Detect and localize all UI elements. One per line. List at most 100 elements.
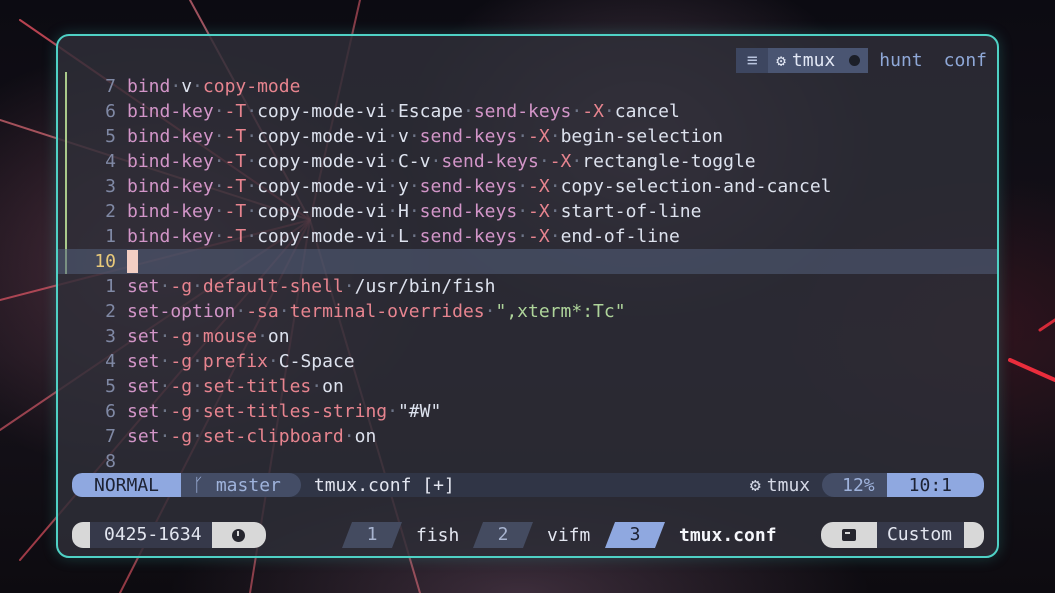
code-line[interactable]: 6 set·-g·set-titles-string·"#W" [58,399,997,424]
token: set [127,426,160,447]
whitespace-marker: · [192,426,203,447]
whitespace-marker: · [192,351,203,372]
token: copy-mode-vi [257,176,388,197]
tmux-window-2[interactable]: 2 vifm [473,522,590,548]
window-name: vifm [547,524,591,546]
line-number: 8 [105,451,116,472]
window-name: tmux.conf [679,524,777,546]
whitespace-marker: · [571,101,583,122]
tmux-window-1[interactable]: 1 fish [342,522,459,548]
code-line[interactable]: 4 bind-key·-T·copy-mode-vi·C-v·send-keys·… [58,149,997,174]
code-line[interactable]: 1 set·-g·default-shell·/usr/bin/fish [58,274,997,299]
current-line[interactable]: 10 [58,249,997,274]
token: set-titles [202,376,312,397]
whitespace-marker: · [549,126,561,147]
token: on [322,376,344,397]
token: send-keys [419,226,518,247]
tab-hunt[interactable]: hunt [868,48,932,73]
code-line[interactable]: 2 bind-key·-T·copy-mode-vi·H·send-keys·-X… [58,199,997,224]
whitespace-marker: · [343,276,355,297]
token: ",xterm*:Tc" [495,301,626,322]
token: -T [224,101,247,122]
token: rectangle-toggle [582,151,756,172]
token: -g [170,376,193,397]
token: bind-key [127,226,214,247]
line-text: bind-key·-T·copy-mode-vi·y·send-keys·-X·… [127,174,832,199]
code-line[interactable]: 5 bind-key·-T·copy-mode-vi·v·send-keys·-X… [58,124,997,149]
line-text: set·-g·prefix·C-Space [127,349,355,374]
token: copy-selection-and-cancel [560,176,832,197]
whitespace-marker: · [387,126,398,147]
code-line[interactable]: 3 set·-g·mouse·on [58,324,997,349]
line-number: 5 [105,126,116,147]
statusline: NORMAL ᚴ master tmux.conf [+] ⚙ tmux 12%… [72,473,984,497]
token: set [127,326,160,347]
line-number: 6 [105,401,116,422]
code-line[interactable]: 6 bind-key·-T·copy-mode-vi·Escape·send-ke… [58,99,997,124]
modified-dot-icon [849,55,861,66]
token: set-option [127,301,236,322]
token: end-of-line [560,226,680,247]
whitespace-marker: · [387,101,398,122]
whitespace-marker: · [159,326,171,347]
whitespace-marker: · [170,76,182,97]
line-number: 1 [105,226,116,247]
whitespace-marker: · [192,276,203,297]
token: bind-key [127,126,214,147]
tab-conf[interactable]: conf [933,48,997,73]
token: send-keys [473,101,572,122]
token: set [127,351,160,372]
whitespace-marker: · [408,201,420,222]
code-line[interactable]: 4 set·-g·prefix·C-Space [58,349,997,374]
whitespace-marker: · [387,401,398,422]
code-line[interactable]: 1 bind-key·-T·copy-mode-vi·L·send-keys·-X… [58,224,997,249]
code-line[interactable]: 8 [58,449,997,474]
whitespace-marker: · [517,226,529,247]
token: copy-mode-vi [257,126,388,147]
whitespace-marker: · [159,276,171,297]
mode-indicator: NORMAL [72,473,182,497]
token: bind-key [127,176,214,197]
token: bind-key [127,201,214,222]
gear-icon: ⚙ [776,51,786,70]
whitespace-marker: · [246,101,258,122]
branch-name: master [215,474,281,496]
token: y [397,176,409,197]
token: default-shell [202,276,344,297]
tmux-window-3[interactable]: 3 tmux.conf [605,522,777,548]
tab-tmux[interactable]: ⚙ tmux [768,48,869,73]
token: -g [170,426,193,447]
whitespace-marker: · [213,176,225,197]
token: send-keys [419,201,518,222]
token: L [397,226,409,247]
code-line[interactable]: 3 bind-key·-T·copy-mode-vi·y·send-keys·-X… [58,174,997,199]
line-number: 4 [105,151,116,172]
whitespace-marker: · [159,351,171,372]
line-number: 3 [105,176,116,197]
whitespace-marker: · [549,201,561,222]
whitespace-marker: · [192,376,203,397]
editor-buffer[interactable]: 7 bind·v·copy-mode 6 bind-key·-T·copy-mode-… [58,74,997,474]
line-text [127,249,138,274]
terminal-window[interactable]: ≡ ⚙ tmux hunt conf 7 bind·v·copy-mode 6 bin… [56,34,999,558]
whitespace-marker: · [408,226,420,247]
token: -T [224,226,247,247]
code-line[interactable]: 2 set-option·-sa·terminal-overrides·",xte… [58,299,997,324]
whitespace-marker: · [213,101,225,122]
line-text: set·-g·set-titles-string·"#W" [127,399,441,424]
whitespace-marker: · [517,201,529,222]
whitespace-marker: · [246,226,258,247]
session-name: Custom [876,522,964,548]
line-number: 4 [105,351,116,372]
cursor-position: 10:1 [886,473,984,497]
clock-icon [211,522,266,548]
code-line[interactable]: 5 set·-g·set-titles·on [58,374,997,399]
line-text: set-option·-sa·terminal-overrides·",xter… [127,299,626,324]
filetype-label: tmux [766,474,811,496]
hamburger-icon[interactable]: ≡ [736,48,769,73]
code-line[interactable]: 7 set·-g·set-clipboard·on [58,424,997,449]
whitespace-marker: · [387,176,398,197]
whitespace-marker: · [343,426,355,447]
token: /usr/bin/fish [354,276,496,297]
code-line[interactable]: 7 bind·v·copy-mode [58,74,997,99]
